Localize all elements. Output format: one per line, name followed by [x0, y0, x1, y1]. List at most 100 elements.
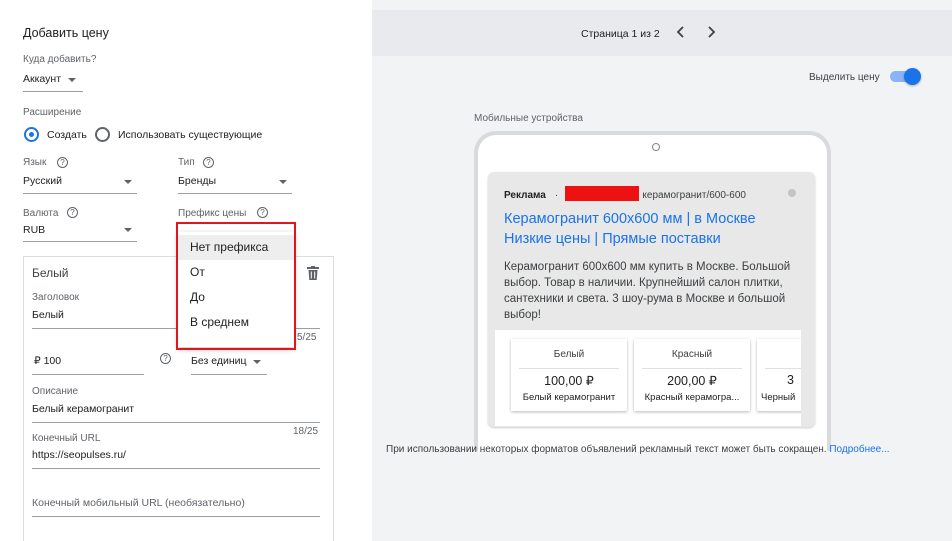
price-card-header: Красный: [671, 349, 713, 360]
currency-value: RUB: [23, 224, 46, 236]
footer-note-line: При использовании некоторых форматов объ…: [386, 444, 890, 455]
header-count: 5/25: [297, 332, 317, 343]
language-value: Русский: [23, 175, 62, 187]
type-value: Бренды: [178, 175, 217, 187]
type-label: Тип: [178, 157, 195, 168]
page-indicator: Страница 1 из 2: [581, 28, 660, 40]
description-underline: [32, 422, 320, 423]
language-select[interactable]: Русский: [23, 172, 137, 194]
camera-icon: [652, 143, 660, 151]
radio-create[interactable]: Создать: [23, 126, 93, 144]
chevron-down-icon: [253, 360, 261, 364]
price-card-price: 3: [787, 373, 794, 387]
price-underline: [32, 374, 144, 375]
ad-title-line2[interactable]: Низкие цены | Прямые поставки: [504, 229, 721, 249]
next-page-button[interactable]: [704, 24, 718, 40]
ad-badge: Реклама: [504, 190, 546, 201]
currency-label: Валюта: [23, 208, 59, 219]
ad-url-path: керамогранит/600-600: [642, 190, 746, 201]
url-label: Конечный URL: [32, 433, 101, 444]
type-underline: [178, 193, 292, 194]
ad-url-line: Реклама · керамогранит/600-600: [504, 186, 746, 201]
price-card-description: Белый керамогранит: [522, 392, 616, 403]
delete-icon[interactable]: [307, 266, 319, 280]
extension-label: Расширение: [23, 107, 82, 118]
chevron-down-icon: [279, 180, 287, 184]
panel-title: Добавить цену: [23, 26, 109, 40]
radio-checked-icon: [24, 127, 39, 142]
url-input[interactable]: https://seopulses.ru/: [32, 445, 320, 469]
mobile-url-input[interactable]: Конечный мобильный URL (необязательно): [32, 493, 320, 517]
redacted-domain: [565, 186, 640, 201]
help-icon[interactable]: ?: [257, 207, 268, 218]
mobile-phone-frame: Реклама · керамогранит/600-600 Керамогра…: [474, 131, 831, 451]
prev-page-button[interactable]: [674, 24, 688, 40]
price-card[interactable]: Красный 200,00 ₽ Красный керамогра...: [634, 339, 750, 411]
ad-title-line1[interactable]: Керамогранит 600х600 мм | в Москве: [504, 209, 756, 229]
description-count: 18/25: [293, 426, 319, 437]
device-label: Мобильные устройства: [474, 113, 583, 124]
help-icon[interactable]: ?: [57, 157, 68, 168]
preview-pagination-bar: Страница 1 из 2: [372, 10, 952, 56]
price-card-description: Черный: [761, 392, 796, 403]
highlight-price-label: Выделить цену: [809, 72, 880, 83]
unit-select[interactable]: Без единиц: [191, 349, 267, 375]
header-value: Белый: [32, 309, 64, 321]
price-card-divider: [519, 368, 619, 369]
mobile-url-underline: [32, 516, 320, 517]
price-card-price: 200,00 ₽: [667, 374, 717, 388]
type-select[interactable]: Бренды: [178, 172, 292, 194]
help-icon[interactable]: ?: [160, 353, 171, 364]
price-cards-strip: Белый 100,00 ₽ Белый керамогранит Красны…: [495, 330, 801, 426]
description-input[interactable]: Белый керамогранит: [32, 399, 320, 423]
price-value: ₽ 100: [34, 355, 62, 367]
footer-note: При использовании некоторых форматов объ…: [386, 444, 827, 455]
help-icon[interactable]: ?: [203, 157, 214, 168]
unit-underline: [191, 374, 267, 375]
ad-preview-card: Реклама · керамогранит/600-600 Керамогра…: [488, 172, 815, 427]
price-card-description: Красный керамогра...: [644, 392, 740, 403]
price-card-header: Белый: [553, 349, 585, 360]
price-card-price: 100,00 ₽: [544, 374, 594, 388]
price-card[interactable]: Белый 100,00 ₽ Белый керамогранит: [511, 339, 627, 411]
chevron-down-icon: [124, 180, 132, 184]
footer-more-link[interactable]: Подробнее...: [829, 444, 889, 455]
price-card-divider: [642, 368, 742, 369]
url-underline: [32, 468, 320, 469]
prefix-label: Префикс цены: [178, 208, 247, 219]
where-underline: [23, 91, 83, 92]
help-icon[interactable]: ?: [67, 207, 78, 218]
highlight-box: [176, 222, 296, 350]
price-input[interactable]: ₽ 100: [32, 349, 144, 375]
url-value: https://seopulses.ru/: [32, 449, 126, 461]
where-select[interactable]: Аккаунт: [23, 70, 83, 92]
add-price-panel: Добавить цену Куда добавить? Аккаунт Рас…: [0, 0, 372, 541]
chevron-right-icon: [708, 26, 716, 38]
language-label: Язык: [23, 157, 47, 168]
currency-select[interactable]: RUB: [23, 222, 137, 244]
chevron-down-icon: [124, 228, 132, 232]
preview-panel: Страница 1 из 2 Выделить цену Мобильные …: [372, 0, 952, 541]
description-label: Описание: [32, 386, 79, 397]
language-underline: [23, 193, 137, 194]
chevron-down-icon: [68, 78, 76, 82]
ad-description: Керамогранит 600х600 мм купить в Москве.…: [504, 261, 791, 321]
where-label: Куда добавить?: [23, 54, 97, 65]
header-label: Заголовок: [32, 292, 80, 303]
currency-underline: [23, 241, 137, 242]
description-value: Белый керамогранит: [32, 403, 135, 415]
price-card[interactable]: 3 Черный: [757, 339, 801, 411]
chevron-left-icon: [676, 26, 684, 38]
item-name: Белый: [32, 266, 69, 280]
radio-existing-label: Использовать существующие: [118, 129, 263, 141]
unit-value: Без единиц: [191, 355, 247, 367]
where-value: Аккаунт: [23, 73, 62, 85]
ad-dot: ·: [554, 190, 559, 201]
info-dot-icon[interactable]: [788, 189, 796, 197]
radio-unchecked-icon: [95, 127, 110, 142]
radio-existing[interactable]: Использовать существующие: [94, 126, 274, 144]
mobile-url-label: Конечный мобильный URL (необязательно): [32, 497, 245, 509]
toggle-knob[interactable]: [904, 68, 921, 85]
radio-create-label: Создать: [47, 129, 87, 141]
price-card-divider: [765, 368, 801, 369]
